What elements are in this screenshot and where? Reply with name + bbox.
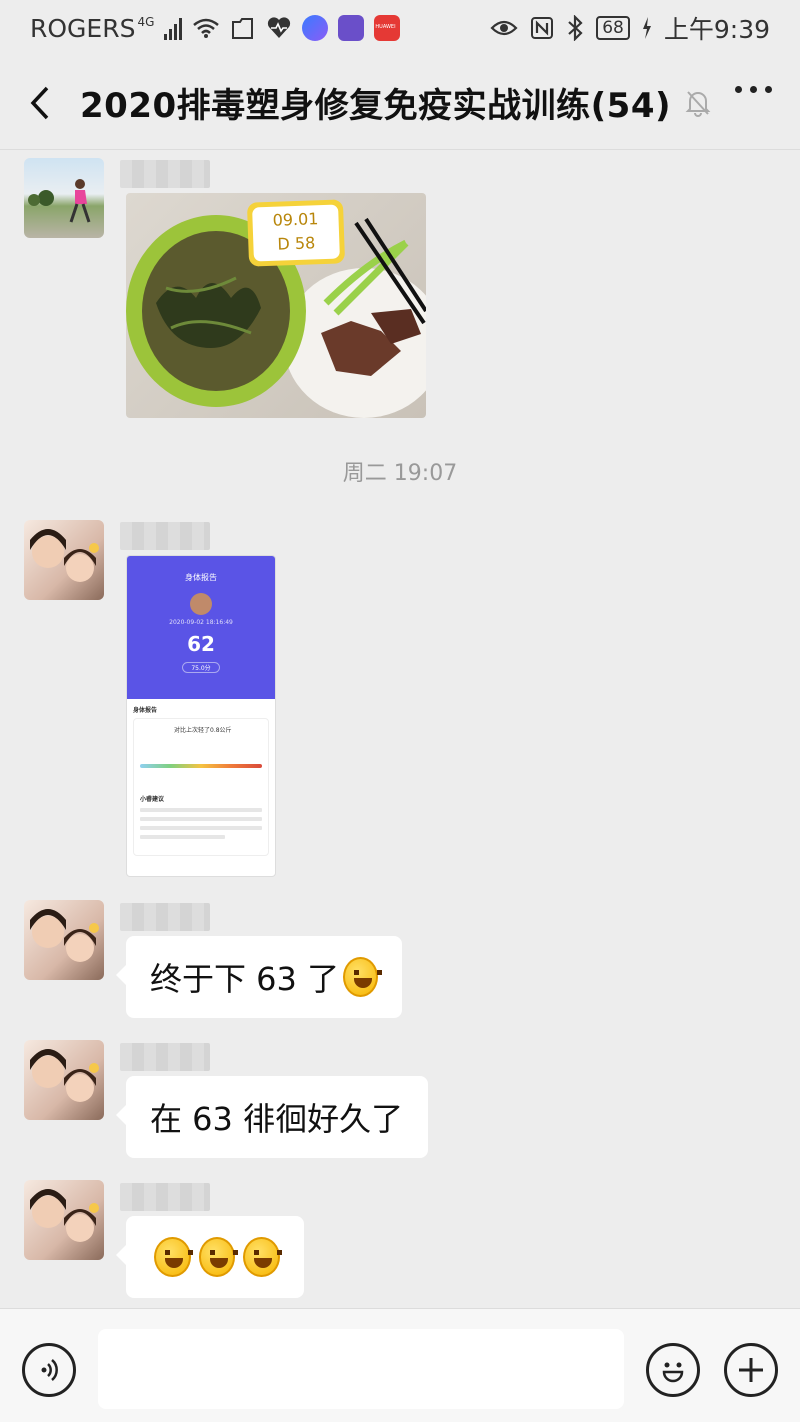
runner-avatar [28,179,91,223]
message-text: 在 63 徘徊好久了 [150,1100,404,1138]
more-button[interactable] [735,86,772,93]
more-dots-icon [735,86,742,93]
nfc-icon [531,17,554,39]
music-icon [302,15,329,41]
selfie-avatar [30,909,99,962]
network-label: 4G [137,15,155,29]
sender-name [120,903,210,931]
report-tip: 小睿建议 [140,796,165,803]
food-photo[interactable]: 09.01 D 58 [126,193,426,418]
report-body: 身体报告 对比上次轻了0.8公斤 小睿建议 [127,699,275,862]
sender-name [120,522,210,550]
eye-icon [490,20,518,36]
avatar[interactable] [24,520,104,600]
grin-emoji [198,1237,238,1277]
avatar[interactable] [24,1180,104,1260]
sender-name [120,160,210,188]
report-avatar [190,593,212,615]
body-report-screenshot[interactable]: 身体报告 2020-09-02 18:16:49 62 75.0分 身体报告 对… [126,555,276,877]
avatar[interactable] [24,1040,104,1120]
grin-emoji [243,1237,282,1277]
voice-icon [41,1359,58,1381]
date-tag: 09.01 D 58 [246,199,346,267]
avatar[interactable] [24,900,104,980]
report-card: 对比上次轻了0.8公斤 小睿建议 [133,718,269,856]
battery-indicator: 68 [596,16,630,40]
message-bubble[interactable]: 在 63 徘徊好久了 [116,1076,428,1158]
grin-emoji [154,1237,193,1277]
message-bubble[interactable]: 终于下 63 了 [116,936,402,1018]
back-button[interactable] [0,56,80,150]
selfie-avatar [30,1189,99,1242]
carrier-label: ROGERS [30,13,136,43]
chat-header: 2020排毒塑身修复免疫实战训练(54) [0,56,800,150]
chat-title[interactable]: 2020排毒塑身修复免疫实战训练(54) [80,78,671,127]
bmi-bar [140,764,262,768]
health-icon [268,17,291,38]
report-note: 对比上次轻了0.8公斤 [174,727,232,734]
avatar[interactable] [24,158,104,238]
status-bar: ROGERS 4G HUAWEI 68 上午9:39 [0,0,800,56]
files-icon [232,18,254,39]
message-input[interactable] [98,1329,624,1409]
report-title: 身体报告 [185,573,217,582]
laugh-cry-emoji [343,957,382,997]
message-text: 终于下 63 了 [150,960,340,998]
emoji-button[interactable] [646,1343,700,1397]
report-text [140,808,262,839]
more-functions-button[interactable] [724,1343,778,1397]
message-bubble[interactable] [116,1216,304,1298]
report-pill: 75.0分 [182,662,220,673]
signal-icon [164,16,183,40]
voice-button[interactable] [22,1343,76,1397]
back-arrow-icon [30,86,49,119]
charging-icon [642,17,651,39]
input-bar [0,1308,800,1422]
clock: 上午9:39 [663,15,770,44]
plus-icon [739,1358,763,1382]
huawei-music-icon [338,15,365,41]
huawei-app-icon: HUAWEI [374,15,401,41]
selfie-avatar [30,529,99,582]
huawei-label: HUAWEI [375,24,396,30]
tag-day: D 58 [277,233,316,254]
sender-name [120,1043,210,1071]
report-section: 身体报告 [133,707,158,714]
muted-bell-icon [685,89,711,117]
selfie-avatar [30,1049,99,1102]
report-score: 62 [187,632,215,656]
report-time: 2020-09-02 18:16:49 [169,619,233,626]
sender-name [120,1183,210,1211]
message-timestamp: 周二 19:07 [342,461,458,486]
wifi-icon [193,18,220,38]
tag-date: 09.01 [272,209,319,230]
emoji-icon [662,1362,684,1383]
bluetooth-icon [568,15,583,41]
report-header: 身体报告 2020-09-02 18:16:49 62 75.0分 [127,556,275,699]
